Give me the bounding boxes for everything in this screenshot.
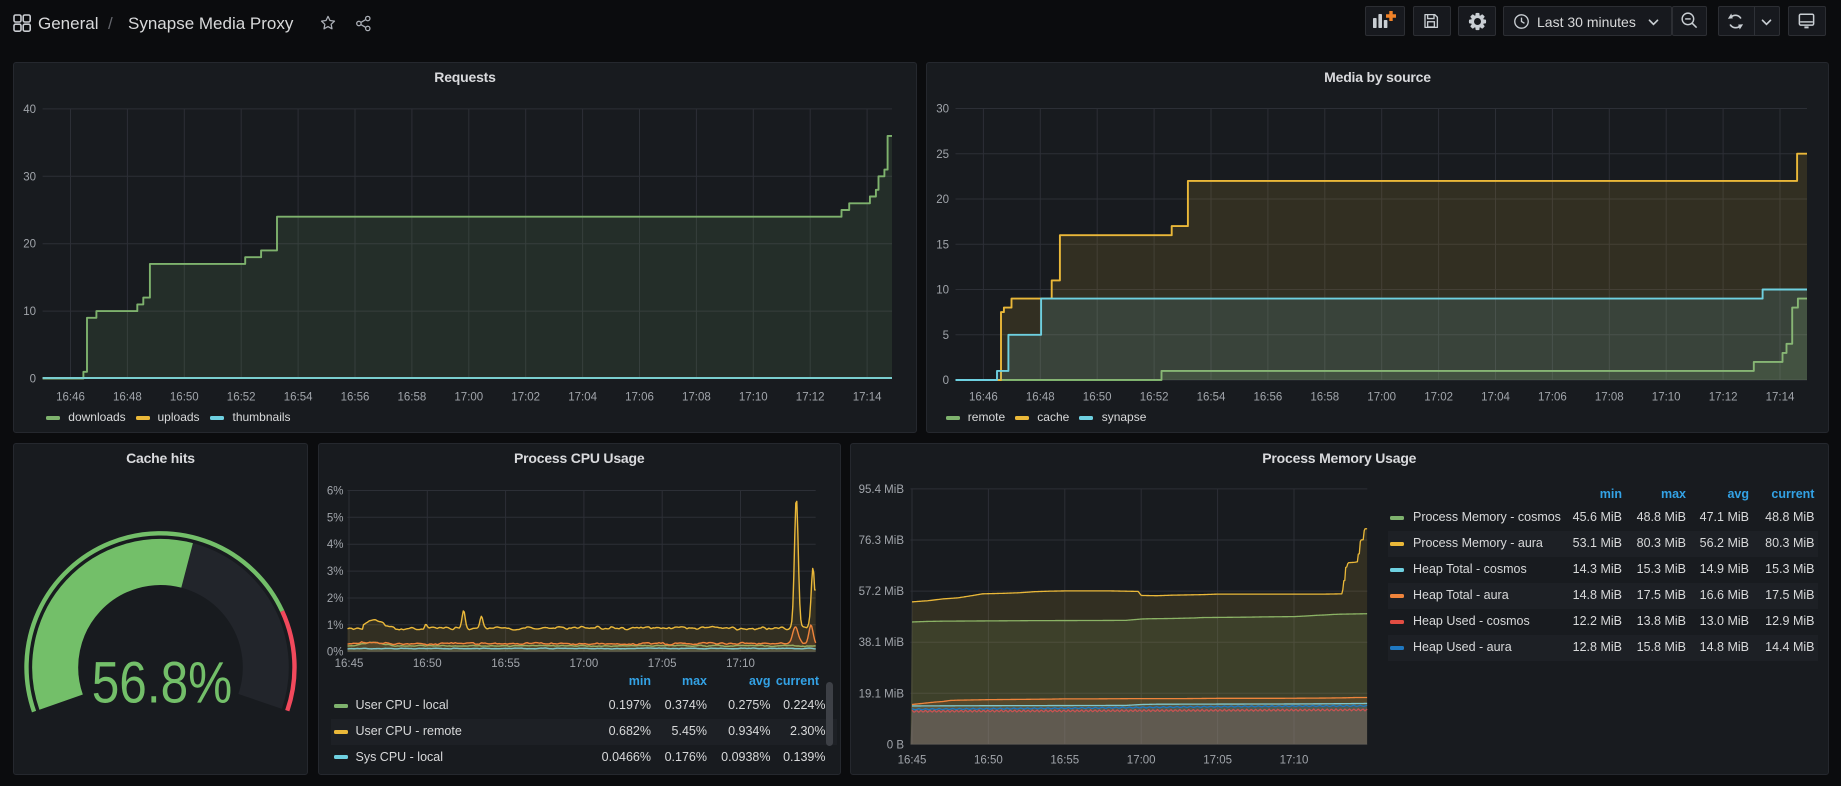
svg-text:16:55: 16:55 [491, 658, 520, 670]
svg-text:17:05: 17:05 [647, 658, 676, 670]
svg-text:17:06: 17:06 [625, 392, 654, 404]
svg-text:16:48: 16:48 [113, 392, 142, 404]
svg-text:1%: 1% [326, 620, 343, 632]
svg-text:16:50: 16:50 [170, 392, 199, 404]
svg-text:16:54: 16:54 [1197, 392, 1226, 404]
svg-text:6%: 6% [326, 486, 343, 498]
svg-text:17:02: 17:02 [511, 392, 540, 404]
svg-text:17:08: 17:08 [682, 392, 711, 404]
svg-text:16:55: 16:55 [1050, 754, 1079, 766]
svg-text:17:00: 17:00 [1126, 754, 1155, 766]
svg-text:17:10: 17:10 [726, 658, 755, 670]
svg-text:17:04: 17:04 [568, 392, 597, 404]
svg-text:17:08: 17:08 [1595, 392, 1624, 404]
svg-text:3%: 3% [326, 566, 343, 578]
svg-text:5: 5 [943, 330, 949, 342]
svg-text:2%: 2% [326, 593, 343, 605]
svg-text:16:50: 16:50 [412, 658, 441, 670]
svg-text:16:56: 16:56 [341, 392, 370, 404]
svg-text:20: 20 [23, 239, 36, 251]
svg-text:16:48: 16:48 [1026, 392, 1055, 404]
svg-text:17:00: 17:00 [569, 658, 598, 670]
svg-text:17:05: 17:05 [1203, 754, 1232, 766]
svg-text:10: 10 [936, 285, 949, 297]
svg-text:57.2 MiB: 57.2 MiB [858, 586, 904, 598]
svg-text:16:52: 16:52 [227, 392, 256, 404]
svg-text:19.1 MiB: 19.1 MiB [858, 688, 904, 700]
svg-text:17:02: 17:02 [1424, 392, 1453, 404]
svg-text:17:12: 17:12 [1709, 392, 1738, 404]
svg-text:16:58: 16:58 [398, 392, 427, 404]
svg-text:17:00: 17:00 [1367, 392, 1396, 404]
svg-text:0: 0 [30, 374, 36, 386]
svg-text:76.3 MiB: 76.3 MiB [858, 535, 904, 547]
svg-text:5%: 5% [326, 512, 343, 524]
svg-text:17:12: 17:12 [796, 392, 825, 404]
svg-text:16:52: 16:52 [1140, 392, 1169, 404]
svg-text:40: 40 [23, 104, 36, 116]
svg-text:17:00: 17:00 [454, 392, 483, 404]
svg-text:17:10: 17:10 [1279, 754, 1308, 766]
svg-text:17:06: 17:06 [1538, 392, 1567, 404]
svg-text:16:56: 16:56 [1254, 392, 1283, 404]
svg-text:38.1 MiB: 38.1 MiB [858, 637, 904, 649]
svg-text:16:54: 16:54 [284, 392, 313, 404]
svg-text:16:46: 16:46 [56, 392, 85, 404]
svg-text:30: 30 [23, 171, 36, 183]
svg-text:20: 20 [936, 194, 949, 206]
svg-text:17:10: 17:10 [1652, 392, 1681, 404]
svg-text:16:58: 16:58 [1310, 392, 1339, 404]
svg-text:0: 0 [943, 375, 949, 387]
svg-text:0 B: 0 B [886, 739, 904, 751]
svg-text:16:46: 16:46 [969, 392, 998, 404]
svg-text:16:45: 16:45 [897, 754, 926, 766]
svg-text:17:14: 17:14 [1766, 392, 1795, 404]
svg-text:95.4 MiB: 95.4 MiB [858, 484, 904, 496]
svg-text:16:45: 16:45 [334, 658, 363, 670]
svg-text:56.8%: 56.8% [92, 651, 232, 716]
svg-text:16:50: 16:50 [1083, 392, 1112, 404]
svg-text:30: 30 [936, 104, 949, 116]
svg-text:15: 15 [936, 239, 949, 251]
svg-text:4%: 4% [326, 539, 343, 551]
svg-text:17:14: 17:14 [853, 392, 882, 404]
svg-text:25: 25 [936, 149, 949, 161]
svg-text:10: 10 [23, 306, 36, 318]
svg-text:0%: 0% [326, 647, 343, 659]
svg-text:17:10: 17:10 [739, 392, 768, 404]
svg-text:16:50: 16:50 [974, 754, 1003, 766]
svg-text:17:04: 17:04 [1481, 392, 1510, 404]
